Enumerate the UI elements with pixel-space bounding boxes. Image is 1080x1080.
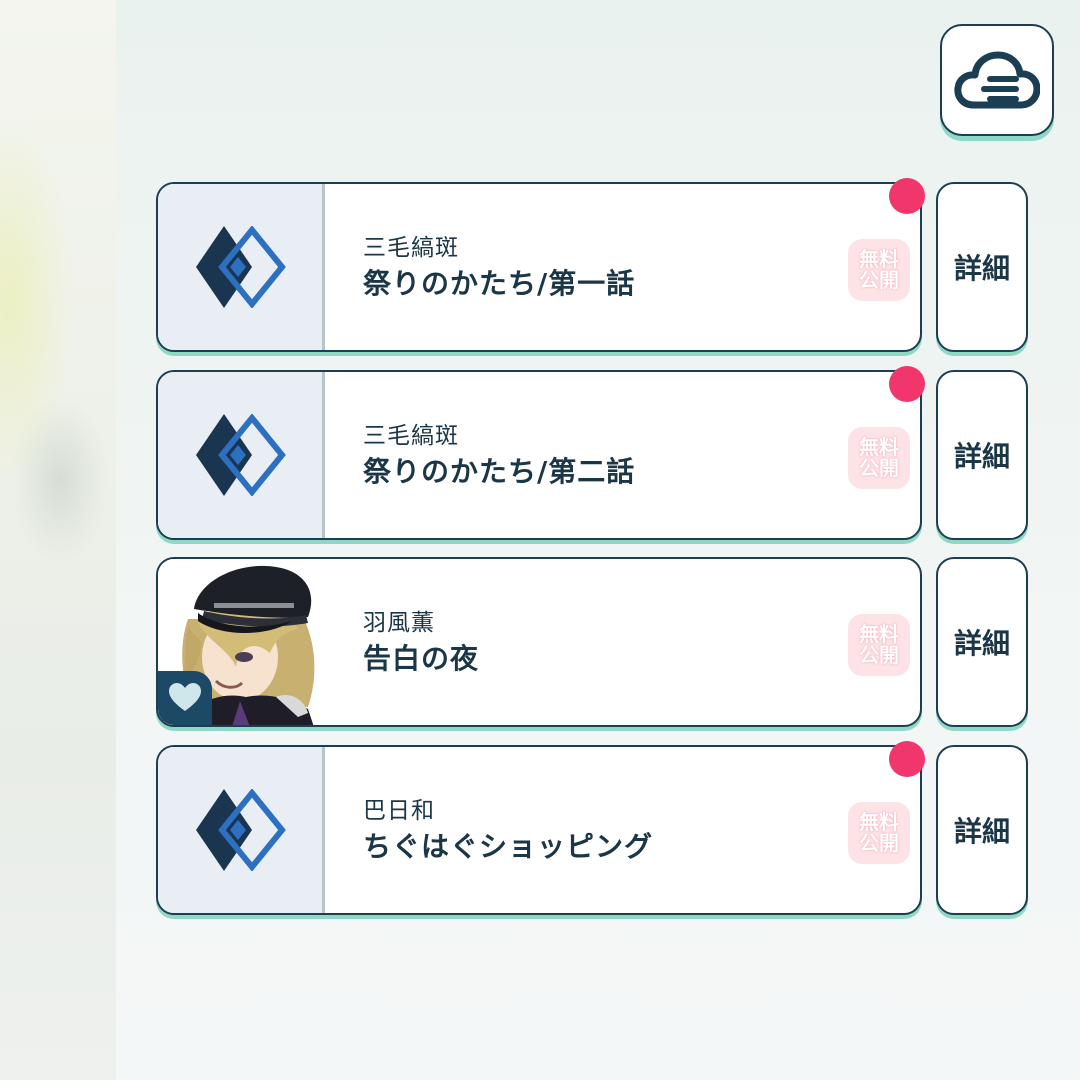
detail-button[interactable]: 詳細 [936, 745, 1028, 915]
unit-name: 巴日和 [363, 798, 435, 824]
badge-line-1: 無料 [859, 435, 899, 459]
new-indicator-dot [889, 741, 925, 777]
detail-button[interactable]: 詳細 [936, 370, 1028, 540]
unit-name: 三毛縞斑 [363, 235, 459, 261]
cloud-menu-icon [954, 51, 1040, 109]
story-card-4[interactable]: 巴日和 ちぐはぐショッピング 無料 公開 [156, 745, 922, 915]
story-thumbnail [158, 559, 325, 725]
story-thumbnail [158, 747, 325, 913]
diamond-logo-icon [196, 789, 286, 871]
story-card-3[interactable]: 羽風薫 告白の夜 無料 公開 [156, 557, 922, 727]
story-thumbnail [158, 372, 325, 538]
story-title: 祭りのかたち/第一話 [363, 267, 636, 300]
free-release-badge: 無料 公開 [848, 802, 910, 864]
unit-name: 羽風薫 [363, 610, 435, 636]
favorite-badge [158, 671, 212, 725]
badge-line-1: 無料 [859, 810, 899, 834]
story-title: 告白の夜 [363, 642, 480, 675]
badge-line-2: 公開 [859, 268, 899, 292]
story-card-2[interactable]: 三毛縞斑 祭りのかたち/第二話 無料 公開 [156, 370, 922, 540]
diamond-logo-icon [196, 414, 286, 496]
new-indicator-dot [889, 366, 925, 402]
new-indicator-dot [889, 178, 925, 214]
heart-icon [169, 683, 201, 711]
badge-line-1: 無料 [859, 247, 899, 271]
badge-line-2: 公開 [859, 643, 899, 667]
free-release-badge: 無料 公開 [848, 239, 910, 301]
story-thumbnail [158, 184, 325, 350]
badge-line-2: 公開 [859, 456, 899, 480]
diamond-logo-icon [196, 226, 286, 308]
story-title: 祭りのかたち/第二話 [363, 455, 636, 488]
detail-button[interactable]: 詳細 [936, 557, 1028, 727]
badge-line-1: 無料 [859, 622, 899, 646]
badge-line-2: 公開 [859, 831, 899, 855]
free-release-badge: 無料 公開 [848, 614, 910, 676]
cloud-menu-button[interactable] [940, 24, 1054, 136]
unit-name: 三毛縞斑 [363, 423, 459, 449]
left-background [0, 0, 117, 1080]
story-title: ちぐはぐショッピング [363, 830, 654, 863]
story-list-panel [116, 0, 1080, 1080]
story-card-1[interactable]: 三毛縞斑 祭りのかたち/第一話 無料 公開 [156, 182, 922, 352]
free-release-badge: 無料 公開 [848, 427, 910, 489]
detail-button[interactable]: 詳細 [936, 182, 1028, 352]
